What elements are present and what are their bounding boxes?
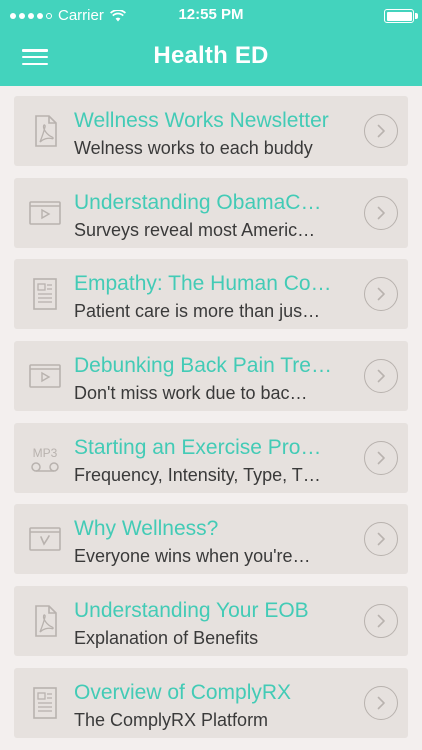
article-icon: [27, 685, 63, 721]
item-title: Starting an Exercise Pro…: [74, 435, 322, 459]
list-item[interactable]: Wellness Works Newsletter Welness works t…: [14, 96, 408, 166]
item-subtitle: The ComplyRX Platform: [74, 709, 269, 730]
item-subtitle: Frequency, Intensity, Type, T…: [74, 464, 321, 485]
pdf-icon: [27, 113, 63, 149]
article-icon: [27, 276, 63, 312]
chevron-right-icon[interactable]: [364, 277, 398, 312]
nav-bar: Health ED: [0, 30, 422, 86]
item-subtitle: Welness works to each buddy: [74, 138, 313, 158]
list-item[interactable]: Empathy: The Human Co… Patient care is mo…: [14, 259, 408, 330]
chevron-right-icon[interactable]: [364, 685, 398, 720]
list-item[interactable]: Overview of ComplyRX The ComplyRX Platfor…: [14, 667, 408, 738]
item-title: Why Wellness?: [74, 517, 219, 541]
battery-icon: [384, 9, 418, 23]
item-subtitle: Explanation of Benefits: [74, 628, 259, 649]
item-title: Overview of ComplyRX: [74, 680, 292, 704]
list-item[interactable]: Why Wellness? Everyone wins when you're…: [14, 504, 408, 575]
item-title: Empathy: The Human Co…: [74, 272, 332, 296]
vimeo-icon: [27, 521, 63, 557]
chevron-right-icon[interactable]: [364, 522, 398, 557]
app: Carrier 12:55 PM Health ED Wellness Work…: [0, 0, 422, 750]
item-title: Understanding ObamaC…: [74, 190, 322, 214]
chevron-right-icon[interactable]: [364, 195, 398, 230]
list-item[interactable]: Understanding Your EOB Explanation of Ben…: [14, 586, 408, 657]
list-item[interactable]: Understanding ObamaC… Surveys reveal most…: [14, 177, 408, 248]
item-title: Debunking Back Pain Tre…: [74, 354, 332, 378]
list-item[interactable]: Debunking Back Pain Tre… Don't miss work …: [14, 341, 408, 412]
header: Carrier 12:55 PM Health ED: [0, 0, 422, 86]
item-subtitle: Patient care is more than jus…: [74, 301, 321, 322]
chevron-right-icon[interactable]: [364, 114, 398, 148]
video-icon: [27, 195, 63, 231]
pdf-icon: [27, 603, 63, 639]
mp3-icon: MP3: [27, 440, 63, 476]
page-title: Health ED: [153, 42, 269, 69]
item-title: Understanding Your EOB: [74, 599, 309, 623]
item-subtitle: Surveys reveal most Americ…: [74, 219, 316, 240]
mp3-label: MP3: [33, 446, 58, 460]
chevron-right-icon[interactable]: [364, 359, 398, 394]
video-icon: [27, 358, 63, 394]
content-list: Wellness Works Newsletter Welness works t…: [14, 96, 408, 750]
list-item[interactable]: MP3 Starting an Exercise Pro… Frequency, I…: [14, 422, 408, 493]
status-bar: Carrier 12:55 PM: [0, 0, 422, 30]
item-title: Wellness Works Newsletter: [74, 109, 329, 132]
status-time: 12:55 PM: [178, 6, 244, 23]
chevron-right-icon[interactable]: [364, 604, 398, 639]
item-subtitle: Everyone wins when you're…: [74, 546, 311, 567]
item-subtitle: Don't miss work due to bac…: [74, 383, 308, 404]
chevron-right-icon[interactable]: [364, 440, 398, 475]
